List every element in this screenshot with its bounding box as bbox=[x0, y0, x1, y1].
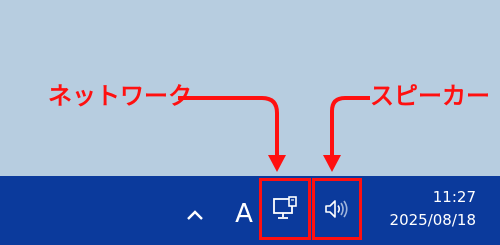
network-highlight-box bbox=[259, 178, 311, 240]
speaker-highlight-box bbox=[312, 178, 362, 240]
speaker-callout-label: スピーカー bbox=[370, 82, 490, 110]
chevron-up-icon bbox=[187, 210, 203, 220]
show-hidden-icons-button[interactable] bbox=[180, 198, 210, 232]
clock-time: 11:27 bbox=[432, 188, 476, 206]
clock-button[interactable]: 11:27 2025/08/18 bbox=[368, 186, 476, 238]
ime-input-mode-indicator[interactable]: A bbox=[228, 195, 260, 233]
network-callout-label: ネットワーク bbox=[48, 82, 192, 110]
clock-date: 2025/08/18 bbox=[389, 211, 476, 229]
